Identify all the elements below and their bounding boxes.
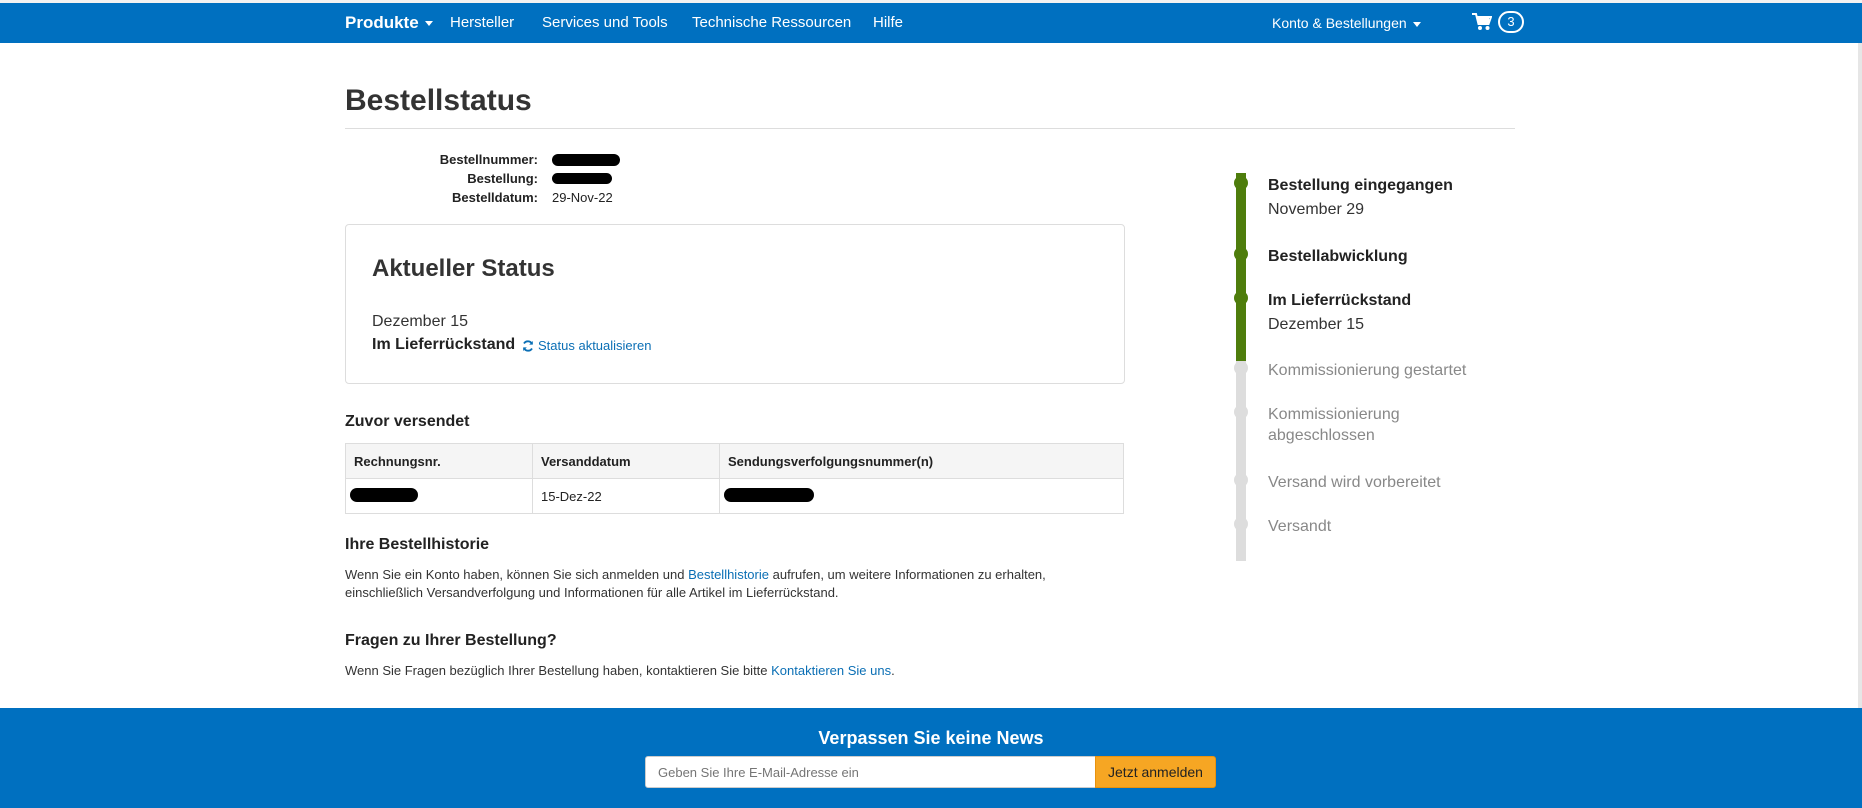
current-status-date: Dezember 15 bbox=[372, 313, 469, 330]
order-number-label: Bestellnummer: bbox=[439, 152, 538, 167]
questions-text-end: . bbox=[891, 663, 895, 678]
history-text-start: Wenn Sie ein Konto haben, können Sie sic… bbox=[345, 567, 689, 582]
table-row: 15-Dez-22 bbox=[345, 478, 1124, 514]
title-divider bbox=[345, 128, 1515, 129]
step-dot-icon bbox=[1234, 247, 1248, 261]
questions-heading: Fragen zu Ihrer Bestellung? bbox=[345, 632, 557, 649]
step-dot-icon bbox=[1234, 291, 1248, 305]
step-dot-icon bbox=[1234, 361, 1248, 375]
shipped-table: Rechnungsnr. Versanddatum Sendungsverfol… bbox=[345, 443, 1124, 514]
cart-count-badge: 3 bbox=[1498, 11, 1524, 33]
order-history-link[interactable]: Bestellhistorie bbox=[688, 567, 769, 582]
page-title: Bestellstatus bbox=[345, 84, 532, 117]
nav-account-menu[interactable]: Konto & Bestellungen bbox=[1272, 15, 1421, 31]
progress-timeline-fill bbox=[1236, 173, 1246, 361]
shipped-heading: Zuvor versendet bbox=[345, 413, 470, 430]
cart-button[interactable]: 3 bbox=[1472, 11, 1524, 33]
newsletter-footer: Verpassen Sie keine News Jetzt anmelden bbox=[0, 708, 1862, 808]
nav-account-label: Konto & Bestellungen bbox=[1272, 15, 1407, 31]
nav-products-menu[interactable]: Produkte bbox=[345, 13, 433, 33]
ship-date-cell: 15-Dez-22 bbox=[532, 478, 720, 514]
step-dot-icon bbox=[1234, 176, 1248, 190]
questions-text-start: Wenn Sie Fragen bezüglich Ihrer Bestellu… bbox=[345, 663, 772, 678]
current-status-value: Im Lieferrückstand bbox=[372, 336, 516, 353]
cart-icon bbox=[1472, 13, 1492, 30]
nav-item-hersteller[interactable]: Hersteller bbox=[450, 14, 514, 31]
step-date: Dezember 15 bbox=[1268, 316, 1365, 333]
scrollbar-track[interactable] bbox=[1858, 43, 1862, 708]
step-label: Bestellung eingegangen bbox=[1268, 177, 1453, 194]
order-date-value: 29-Nov-22 bbox=[552, 190, 613, 205]
step-label: Versandt bbox=[1268, 518, 1332, 535]
history-text: Wenn Sie ein Konto haben, können Sie sic… bbox=[345, 566, 1105, 602]
step-dot-icon bbox=[1234, 473, 1248, 487]
nav-products-label: Produkte bbox=[345, 13, 419, 32]
nav-item-hilfe[interactable]: Hilfe bbox=[873, 14, 903, 31]
step-label: Kommissionierung bbox=[1268, 406, 1400, 423]
step-label: Im Lieferrückstand bbox=[1268, 292, 1412, 309]
newsletter-email-input[interactable] bbox=[645, 756, 1107, 788]
col-ship-date: Versanddatum bbox=[532, 443, 720, 479]
order-label: Bestellung: bbox=[467, 171, 538, 186]
order-meta: Bestellnummer: Bestellung: Bestelldatum:… bbox=[360, 150, 620, 207]
order-date-label: Bestelldatum: bbox=[452, 190, 538, 205]
nav-item-services[interactable]: Services und Tools bbox=[542, 14, 668, 31]
current-status-panel: Aktueller Status Dezember 15 Im Lieferrü… bbox=[345, 224, 1125, 384]
refresh-icon bbox=[523, 339, 533, 352]
newsletter-heading: Verpassen Sie keine News bbox=[818, 728, 1044, 748]
contact-us-link[interactable]: Kontaktieren Sie uns bbox=[771, 663, 891, 678]
invoice-cell bbox=[345, 478, 533, 514]
tracking-cell[interactable] bbox=[719, 478, 1124, 514]
nav-item-ressourcen[interactable]: Technische Ressourcen bbox=[692, 14, 851, 31]
step-dot-icon bbox=[1234, 517, 1248, 531]
newsletter-subscribe-button[interactable]: Jetzt anmelden bbox=[1095, 756, 1216, 788]
step-date: November 29 bbox=[1268, 201, 1365, 218]
refresh-status-label: Status aktualisieren bbox=[538, 338, 652, 353]
redacted-order bbox=[552, 173, 612, 184]
step-label: Bestellabwicklung bbox=[1268, 248, 1408, 265]
current-status-heading: Aktueller Status bbox=[372, 255, 555, 282]
main-navbar: Produkte Hersteller Services und Tools T… bbox=[0, 3, 1862, 43]
chevron-down-icon bbox=[424, 21, 433, 27]
step-label: Versand wird vorbereitet bbox=[1268, 474, 1441, 491]
step-label-line2: abgeschlossen bbox=[1268, 427, 1375, 444]
questions-text: Wenn Sie Fragen bezüglich Ihrer Bestellu… bbox=[345, 663, 895, 678]
redacted-tracking bbox=[724, 487, 814, 502]
refresh-status-link[interactable]: Status aktualisieren bbox=[522, 338, 651, 353]
redacted-invoice bbox=[350, 487, 418, 502]
history-heading: Ihre Bestellhistorie bbox=[345, 536, 490, 553]
col-invoice: Rechnungsnr. bbox=[345, 443, 533, 479]
table-header-row: Rechnungsnr. Versanddatum Sendungsverfol… bbox=[345, 443, 1124, 479]
step-label: Kommissionierung gestartet bbox=[1268, 362, 1467, 379]
col-tracking: Sendungsverfolgungsnummer(n) bbox=[719, 443, 1124, 479]
redacted-order-number bbox=[552, 153, 620, 166]
step-dot-icon bbox=[1234, 405, 1248, 419]
chevron-down-icon bbox=[1412, 21, 1421, 27]
